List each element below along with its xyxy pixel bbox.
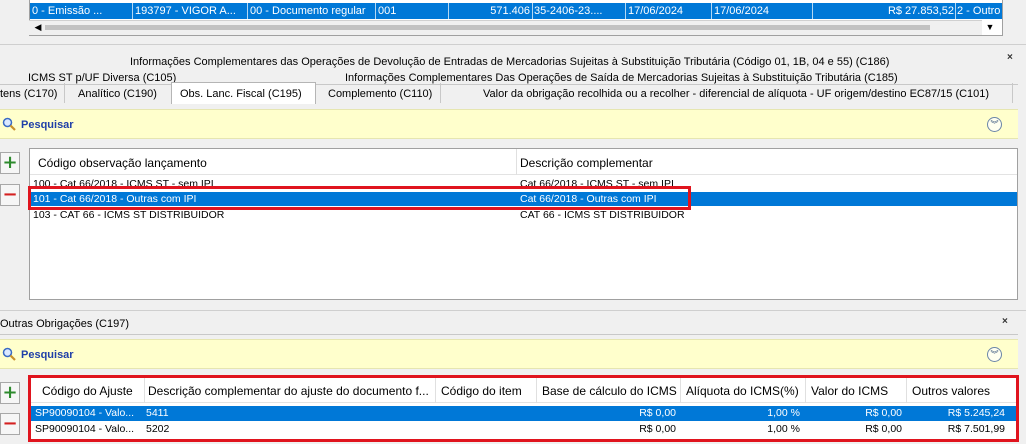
close-icon[interactable]: × <box>1002 316 1008 327</box>
close-icon[interactable]: × <box>1007 52 1013 63</box>
highlight-box <box>28 186 691 210</box>
column-header[interactable]: Descrição complementar <box>520 156 653 170</box>
top-cell: 17/06/2024 <box>628 5 684 17</box>
top-cell: 0 - Emissão ... <box>32 5 103 17</box>
tab-c185[interactable]: Informações Complementares Das Operações… <box>345 72 898 84</box>
collapse-chevron-icon[interactable]: ︾ <box>987 117 1002 132</box>
add-button[interactable]: + <box>0 152 20 174</box>
top-cell: 193797 - VIGOR A... <box>135 5 236 17</box>
highlight-box <box>28 375 1019 442</box>
top-cell: R$ 27.853,52 <box>887 5 954 17</box>
tab-c105[interactable]: ICMS ST p/UF Diversa (C105) <box>28 72 176 84</box>
observations-grid: Código observação lançamento Descrição c… <box>29 148 1018 300</box>
top-cell: 00 - Documento regular <box>250 5 366 17</box>
search-label: Pesquisar <box>21 119 74 131</box>
top-cell: 35-2406-23.... <box>534 5 603 17</box>
scroll-left-icon[interactable]: ◀ <box>31 21 45 34</box>
tab-c197[interactable]: Outras Obrigações (C197) <box>0 318 129 330</box>
table-row[interactable]: 103 - CAT 66 - ICMS ST DISTRIBUIDOR CAT … <box>30 208 1017 222</box>
top-cell: 17/06/2024 <box>714 5 770 17</box>
search-bar[interactable]: Pesquisar ︾ <box>0 109 1018 139</box>
top-cell: 2 - Outro <box>957 5 1001 17</box>
grid-cell: CAT 66 - ICMS ST DISTRIBUIDOR <box>520 209 685 221</box>
collapse-chevron-icon[interactable]: ︾ <box>987 347 1002 362</box>
remove-button[interactable]: − <box>0 184 20 206</box>
column-header[interactable]: Código observação lançamento <box>38 156 207 170</box>
tab-c110[interactable]: Complemento (C110) <box>328 88 432 100</box>
top-cell: 571.406 <box>490 5 530 17</box>
search-label: Pesquisar <box>21 349 74 361</box>
grid-cell: 103 - CAT 66 - ICMS ST DISTRIBUIDOR <box>33 209 225 221</box>
grid-header: Código observação lançamento Descrição c… <box>30 149 1017 175</box>
divider <box>0 310 1026 311</box>
divider <box>0 44 1026 45</box>
top-cell: 001 <box>378 5 397 17</box>
top-grid-selected-row[interactable]: 0 - Emissão ... 193797 - VIGOR A... 00 -… <box>30 3 1002 19</box>
search-bar[interactable]: Pesquisar ︾ <box>0 339 1018 369</box>
add-button[interactable]: + <box>0 382 20 404</box>
tab-c170[interactable]: tens (C170) <box>0 88 57 100</box>
scrollbar-thumb[interactable] <box>45 25 930 30</box>
tab-c190[interactable]: Analítico (C190) <box>78 88 157 100</box>
search-icon <box>2 347 16 364</box>
scroll-down-icon[interactable]: ▼ <box>982 20 998 35</box>
tab-c101[interactable]: Valor da obrigação recolhida ou a recolh… <box>483 88 989 100</box>
tab-c186[interactable]: Informações Complementares das Operações… <box>130 56 889 68</box>
tab-c195-label[interactable]: Obs. Lanc. Fiscal (C195) <box>180 88 302 100</box>
remove-button[interactable]: − <box>0 413 20 435</box>
search-icon <box>2 117 16 134</box>
